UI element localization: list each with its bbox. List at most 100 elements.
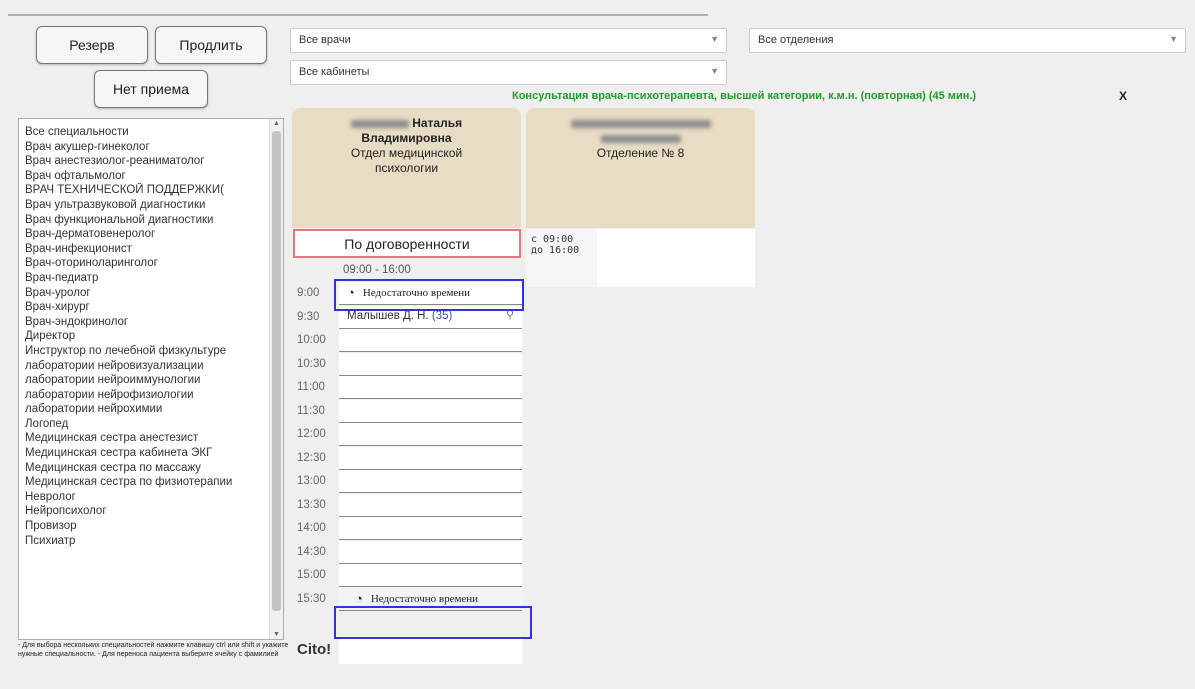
visit-count: (35): [431, 309, 453, 322]
insufficient-time-slot[interactable]: ◔ Недостаточно времени: [339, 587, 522, 611]
link-icon[interactable]: ⚲: [506, 308, 514, 321]
clock-icon: ◔: [355, 590, 363, 606]
time-row: 11:00: [293, 376, 522, 399]
specialty-item[interactable]: Врач-эндокринолог: [25, 315, 273, 330]
specialty-item[interactable]: Врач офтальмолог: [25, 169, 273, 184]
cito-slot[interactable]: [339, 639, 522, 664]
blurred-name: [570, 119, 711, 128]
time-row: 9:00 ◔ Недостаточно времени: [293, 282, 522, 305]
specialty-item[interactable]: Нейропсихолог: [25, 504, 273, 519]
specialty-item[interactable]: Врач-хирург: [25, 300, 273, 315]
specialty-item[interactable]: Врач акушер-гинеколог: [25, 140, 273, 155]
time-slot[interactable]: [339, 446, 522, 470]
specialty-item[interactable]: Медицинская сестра по массажу: [25, 461, 273, 476]
departments-select-value: Все отделения: [758, 34, 834, 46]
patient-name: Малышев Д. Н.: [347, 309, 429, 322]
specialty-item[interactable]: лаборатории нейровизуализации: [25, 359, 273, 374]
cito-label: Cito!: [297, 641, 332, 658]
doctor-department: Отдел медицинской психологии: [350, 146, 463, 175]
highlight-box: [334, 606, 532, 639]
working-hours: 09:00 - 16:00: [343, 264, 411, 276]
close-service-button[interactable]: X: [1119, 89, 1127, 103]
time-slot[interactable]: [339, 423, 522, 446]
specialty-item[interactable]: Врач-дерматовенеролог: [25, 227, 273, 242]
specialty-item[interactable]: Невролог: [25, 490, 273, 505]
specialty-item[interactable]: Директор: [25, 329, 273, 344]
time-slot[interactable]: [339, 376, 522, 399]
specialty-item[interactable]: Инструктор по лечебной физкультуре: [25, 344, 273, 359]
specialty-item[interactable]: Логопед: [25, 417, 273, 432]
specialties-scrollbar[interactable]: ▲ ▼: [269, 119, 283, 639]
time-slot[interactable]: [339, 493, 522, 517]
specialty-item[interactable]: лаборатории нейрохимии: [25, 402, 273, 417]
specialty-item[interactable]: Все специальности: [25, 125, 273, 140]
time-label: 13:30: [297, 498, 326, 511]
time-row: 10:30: [293, 352, 522, 376]
specialty-item[interactable]: Врач ультразвуковой диагностики: [25, 198, 273, 213]
specialty-item[interactable]: лаборатории нейроиммунологии: [25, 373, 273, 388]
doctor2-hours: с 09:00 до 16:00: [526, 229, 596, 287]
scroll-up-icon[interactable]: ▲: [273, 120, 280, 127]
booked-slot[interactable]: Малышев Д. Н. (35) ⚲: [339, 305, 522, 329]
time-label: 10:00: [297, 334, 326, 346]
time-label: 9:00: [297, 287, 320, 299]
specialty-item[interactable]: Врач-педиатр: [25, 271, 273, 286]
specialty-item[interactable]: ВРАЧ ТЕХНИЧЕСКОЙ ПОДДЕРЖКИ(: [25, 183, 273, 198]
no-reception-button[interactable]: Нет приема: [94, 70, 208, 108]
time-label: 14:30: [297, 545, 326, 558]
time-label: 12:30: [297, 451, 326, 464]
specialty-item[interactable]: Провизор: [25, 519, 273, 534]
time-slot[interactable]: [339, 329, 522, 352]
time-row: 15:00: [293, 564, 522, 587]
specialty-item[interactable]: Медицинская сестра кабинета ЭКГ: [25, 446, 273, 461]
specialty-item[interactable]: Врач функциональной диагностики: [25, 213, 273, 228]
blurred-name: [600, 134, 681, 143]
reserve-button[interactable]: Резерв: [36, 26, 148, 64]
clock-icon: ◔: [347, 285, 355, 300]
specialty-item[interactable]: Медицинская сестра анестезист: [25, 431, 273, 446]
time-row: 12:00: [293, 423, 522, 446]
specialty-item[interactable]: Врач анестезиолог-реаниматолог: [25, 154, 273, 169]
specialty-item[interactable]: Врач-оториноларинголог: [25, 256, 273, 271]
departments-select[interactable]: Все отделения ▼: [749, 28, 1186, 53]
top-divider: [8, 14, 708, 16]
insufficient-label: Недостаточно времени: [370, 592, 479, 605]
specialty-item[interactable]: Психиатр: [25, 534, 273, 549]
doctor-card[interactable]: Отделение № 8: [526, 108, 755, 228]
insufficient-time-slot[interactable]: ◔ Недостаточно времени: [339, 282, 522, 305]
doctor2-schedule[interactable]: [597, 229, 755, 287]
time-label: 11:30: [297, 404, 325, 417]
specialty-item[interactable]: лаборатории нейрофизиологии: [25, 388, 273, 403]
time-slot[interactable]: [339, 470, 522, 493]
scrollbar-thumb[interactable]: [272, 131, 281, 611]
cabinets-select-value: Все кабинеты: [299, 66, 370, 78]
time-row: 11:30: [293, 399, 522, 423]
time-slot[interactable]: [339, 540, 522, 564]
doctor-name: Наталья: [412, 116, 463, 130]
specialty-item[interactable]: Медицинская сестра по физиотерапии: [25, 475, 273, 490]
time-row: 10:00: [293, 329, 522, 352]
time-slot[interactable]: [339, 399, 522, 423]
chevron-down-icon: ▼: [710, 66, 719, 76]
chevron-down-icon: ▼: [710, 34, 719, 44]
by-agreement-slot[interactable]: По договоренности: [293, 229, 521, 258]
insufficient-label: Недостаточно времени: [362, 287, 471, 299]
time-slot[interactable]: [339, 564, 522, 587]
doctors-select[interactable]: Все врачи ▼: [290, 28, 727, 53]
doctor-card[interactable]: Наталья Владимировна Отдел медицинской п…: [292, 108, 521, 228]
specialty-item[interactable]: Врач-инфекционист: [25, 242, 273, 257]
extend-button[interactable]: Продлить: [155, 26, 267, 64]
specialty-item[interactable]: Врач-уролог: [25, 286, 273, 301]
time-label: 9:30: [297, 310, 320, 323]
time-row: 14:30: [293, 540, 522, 564]
specialties-list[interactable]: Все специальности Врач акушер-гинеколог Вр…: [18, 118, 284, 640]
scroll-down-icon[interactable]: ▼: [273, 631, 280, 638]
time-slot[interactable]: [339, 517, 522, 540]
cabinets-select[interactable]: Все кабинеты ▼: [290, 60, 727, 85]
time-label: 15:00: [297, 569, 326, 581]
time-label: 12:00: [297, 428, 326, 440]
blurred-surname: [350, 119, 409, 128]
time-label: 14:00: [297, 522, 326, 534]
time-row: 13:00: [293, 470, 522, 493]
time-slot[interactable]: [339, 352, 522, 376]
